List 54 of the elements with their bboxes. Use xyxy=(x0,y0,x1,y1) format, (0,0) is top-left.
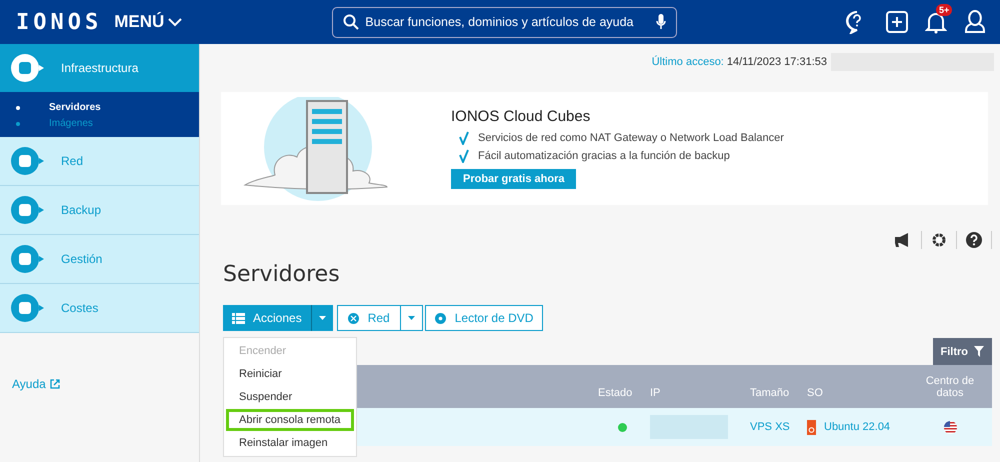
try-free-button[interactable]: Probar gratis ahora xyxy=(451,169,576,189)
table-cell-text: VPS XS xyxy=(750,421,791,433)
submenu-item[interactable]: Servidores xyxy=(0,100,199,116)
menu-item[interactable]: Suspender xyxy=(226,386,354,408)
logo[interactable]: IONOS xyxy=(16,10,102,34)
last-access-value: 14/11/2023 17:31:53 xyxy=(726,56,827,68)
last-access-label: Último acceso: xyxy=(652,56,724,68)
network-button[interactable]: Red xyxy=(336,305,401,331)
sidebar-item[interactable]: Red xyxy=(0,137,199,186)
menu-item[interactable]: Abrir consola remota xyxy=(226,409,354,431)
network-icon xyxy=(348,312,359,324)
search-field[interactable]: Buscar funciones, dominios y artículos de ayuda xyxy=(365,15,650,29)
column-header[interactable]: SO xyxy=(807,387,920,399)
menu-item[interactable]: Reiniciar xyxy=(226,363,354,385)
sidebar-item[interactable]: Costes xyxy=(0,284,199,333)
column-header[interactable]: IP xyxy=(650,387,750,399)
ubuntu-icon xyxy=(807,420,816,434)
sidebar-item[interactable]: Infraestructura xyxy=(0,44,199,92)
network-dropdown-button[interactable] xyxy=(400,305,423,331)
actions-button[interactable]: Acciones xyxy=(223,305,311,331)
sidebar-item[interactable]: Gestión xyxy=(0,235,199,284)
caret-icon xyxy=(318,316,326,320)
settings-icon[interactable] xyxy=(931,232,947,248)
flag-icon xyxy=(944,420,956,434)
add-icon[interactable] xyxy=(886,11,908,33)
dvd-drive-button[interactable]: Lector de DVD xyxy=(424,305,544,331)
actions-dropdown-button[interactable] xyxy=(310,305,333,331)
sidebar-item[interactable]: Backup xyxy=(0,186,199,235)
help-icon[interactable] xyxy=(966,232,982,248)
table-cell: Ubuntu 22.04 xyxy=(824,421,890,433)
filter-icon xyxy=(974,346,984,357)
chevron-down-icon xyxy=(168,18,182,26)
filter-button[interactable]: Filtro xyxy=(932,338,992,365)
column-header[interactable]: Tamaño xyxy=(750,387,807,399)
check-icon xyxy=(459,149,469,163)
search-bar[interactable]: Buscar funciones, dominios y artículos de ayuda xyxy=(332,6,678,38)
feature-text: Servicios de red como NAT Gateway o Network Load Balancer xyxy=(478,132,784,144)
user-icon[interactable] xyxy=(964,9,986,35)
feature-text: Fácil automatización gracias a la función de backup xyxy=(478,150,730,162)
column-header[interactable]: Estado xyxy=(598,387,650,399)
promo-title: IONOS Cloud Cubes xyxy=(451,108,592,125)
external-link-icon xyxy=(50,379,60,389)
help-link[interactable]: Ayuda xyxy=(12,377,199,391)
submenu-item[interactable]: Imágenes xyxy=(0,116,199,132)
search-icon xyxy=(343,14,360,30)
notification-badge: 5+ xyxy=(936,4,952,16)
caret-icon xyxy=(408,316,415,320)
list-icon xyxy=(232,312,245,324)
page-title: Servidores xyxy=(223,262,341,287)
microphone-icon[interactable] xyxy=(656,14,666,30)
menu-button[interactable]: MENÚ xyxy=(114,12,182,32)
disc-icon xyxy=(434,312,446,324)
check-icon xyxy=(459,131,469,145)
column-header[interactable]: Centro de datos xyxy=(920,375,980,399)
